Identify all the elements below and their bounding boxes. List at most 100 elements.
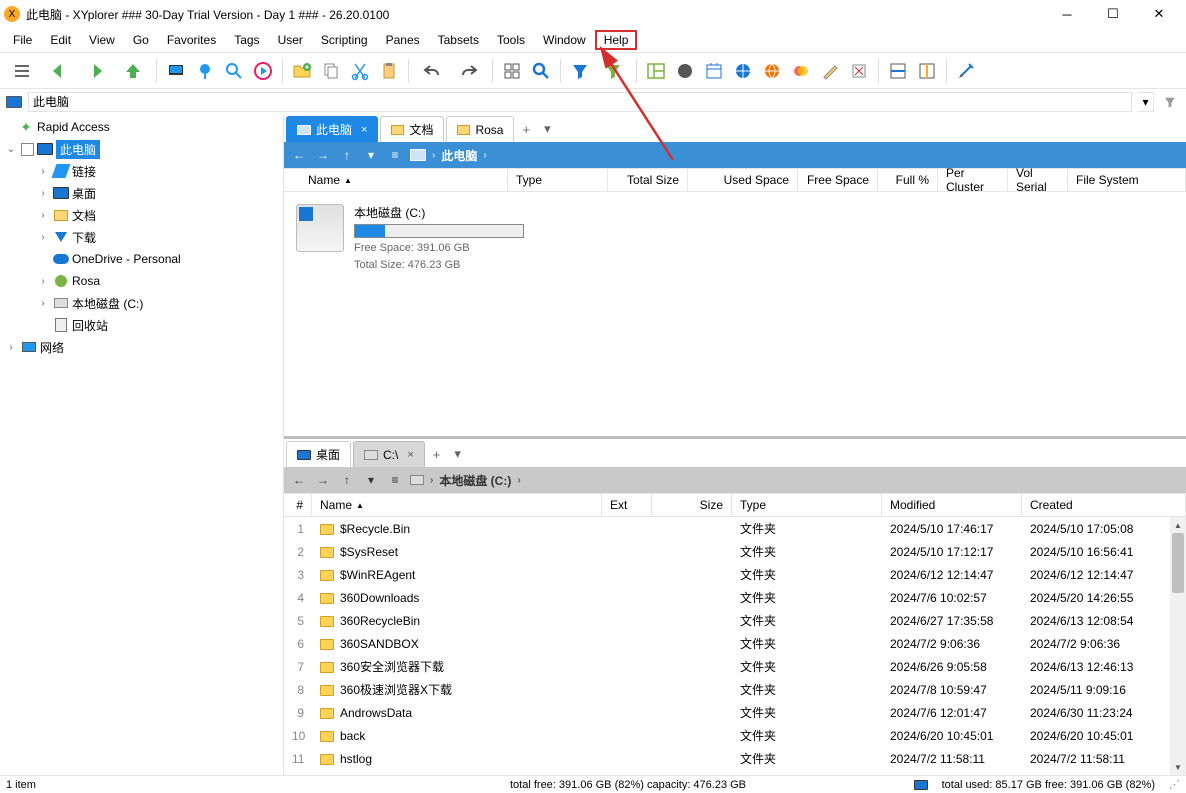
menu-tools[interactable]: Tools xyxy=(488,30,534,50)
layout-icon[interactable] xyxy=(642,57,670,85)
table-row[interactable]: 5360RecycleBin文件夹2024/6/27 17:35:582024/… xyxy=(284,609,1186,632)
tree-item[interactable]: ›Rosa xyxy=(0,270,283,292)
folder-tree[interactable]: ✦ Rapid Access ⌄ 此电脑 ›链接›桌面›文档›下载OneDriv… xyxy=(0,114,284,775)
copy-icon[interactable] xyxy=(317,57,345,85)
nav-list-icon[interactable]: ≡ xyxy=(386,473,404,487)
nav-back[interactable]: ← xyxy=(290,148,308,162)
computer-icon[interactable] xyxy=(162,57,190,85)
settings-icon[interactable] xyxy=(952,57,980,85)
hamburger-button[interactable] xyxy=(4,57,40,85)
tree-item[interactable]: ›文档 xyxy=(0,204,283,226)
grid-view-icon[interactable] xyxy=(498,57,526,85)
pin-icon[interactable] xyxy=(191,57,219,85)
collapse-icon[interactable]: ⌄ xyxy=(4,144,18,155)
paste-icon[interactable] xyxy=(375,57,403,85)
col-full[interactable]: Full % xyxy=(878,169,938,191)
col-percluster[interactable]: Per Cluster xyxy=(938,169,1008,191)
pane1-content[interactable]: 本地磁盘 (C:) Free Space: 391.06 GB Total Si… xyxy=(284,192,1186,436)
menu-go[interactable]: Go xyxy=(124,30,158,50)
tab[interactable]: C:\× xyxy=(353,441,425,467)
split-v-icon[interactable] xyxy=(913,57,941,85)
scroll-up[interactable]: ▲ xyxy=(1170,517,1186,533)
table-row[interactable]: 1$Recycle.Bin文件夹2024/5/10 17:46:172024/5… xyxy=(284,517,1186,540)
new-folder-icon[interactable] xyxy=(288,57,316,85)
nav-list-icon[interactable]: ≡ xyxy=(386,148,404,162)
col-size[interactable]: Size xyxy=(652,494,732,516)
tree-item[interactable]: 回收站 xyxy=(0,314,283,336)
nav-dropdown[interactable]: ▾ xyxy=(362,473,380,487)
filter-icon[interactable] xyxy=(1160,92,1180,112)
pane2-list[interactable]: ▲ ▼ 1$Recycle.Bin文件夹2024/5/10 17:46:1720… xyxy=(284,517,1186,775)
menu-view[interactable]: View xyxy=(80,30,124,50)
col-volserial[interactable]: Vol Serial xyxy=(1008,169,1068,191)
tree-item[interactable]: OneDrive - Personal xyxy=(0,248,283,270)
col-filesystem[interactable]: File System xyxy=(1068,169,1186,191)
expand-icon[interactable]: › xyxy=(36,166,50,177)
col-name[interactable]: Name ▲ xyxy=(312,494,602,516)
tab[interactable]: Rosa xyxy=(446,116,514,142)
new-tab[interactable]: + xyxy=(516,116,536,142)
clear-icon[interactable] xyxy=(845,57,873,85)
menu-favorites[interactable]: Favorites xyxy=(158,30,225,50)
menu-edit[interactable]: Edit xyxy=(41,30,80,50)
scroll-down[interactable]: ▼ xyxy=(1170,759,1186,775)
tree-this-pc[interactable]: ⌄ 此电脑 xyxy=(0,138,283,160)
menu-tags[interactable]: Tags xyxy=(225,30,268,50)
cut-icon[interactable] xyxy=(346,57,374,85)
nav-forward[interactable]: → xyxy=(314,148,332,162)
tab[interactable]: 此电脑× xyxy=(286,116,378,142)
up-button[interactable] xyxy=(115,57,151,85)
checkbox[interactable] xyxy=(21,143,34,156)
nav-up[interactable]: ↑ xyxy=(338,473,356,487)
back-button[interactable] xyxy=(41,57,77,85)
menu-help[interactable]: Help xyxy=(595,30,638,50)
scroll-thumb[interactable] xyxy=(1172,533,1184,593)
table-row[interactable]: 6360SANDBOX文件夹2024/7/2 9:06:362024/7/2 9… xyxy=(284,632,1186,655)
table-row[interactable]: 9AndrowsData文件夹2024/7/6 12:01:472024/6/3… xyxy=(284,701,1186,724)
col-num[interactable]: # xyxy=(284,494,312,516)
table-row[interactable]: 2$SysReset文件夹2024/5/10 17:12:172024/5/10… xyxy=(284,540,1186,563)
table-row[interactable]: 11hstlog文件夹2024/7/2 11:58:112024/7/2 11:… xyxy=(284,747,1186,770)
split-h-icon[interactable] xyxy=(884,57,912,85)
drive-item[interactable]: 本地磁盘 (C:) Free Space: 391.06 GB Total Si… xyxy=(292,200,528,277)
search-icon[interactable] xyxy=(220,57,248,85)
menu-tabsets[interactable]: Tabsets xyxy=(429,30,488,50)
tab-menu[interactable]: ▾ xyxy=(448,441,467,467)
nav-up[interactable]: ↑ xyxy=(338,148,356,162)
expand-icon[interactable]: › xyxy=(4,342,18,353)
menu-user[interactable]: User xyxy=(269,30,312,50)
col-name[interactable]: Name ▲ xyxy=(284,169,508,191)
brush-icon[interactable] xyxy=(816,57,844,85)
menu-scripting[interactable]: Scripting xyxy=(312,30,377,50)
find-icon[interactable] xyxy=(527,57,555,85)
expand-icon[interactable]: › xyxy=(36,188,50,199)
expand-icon[interactable]: › xyxy=(36,232,50,243)
dark-circle-icon[interactable] xyxy=(671,57,699,85)
globe-icon[interactable] xyxy=(729,57,757,85)
nav-dropdown[interactable]: ▾ xyxy=(362,148,380,162)
funnel-green-icon[interactable] xyxy=(595,57,631,85)
table-row[interactable]: 7360安全浏览器下载文件夹2024/6/26 9:05:582024/6/13… xyxy=(284,655,1186,678)
calendar-icon[interactable] xyxy=(700,57,728,85)
col-created[interactable]: Created xyxy=(1022,494,1186,516)
address-path[interactable]: 此电脑 xyxy=(28,92,1132,112)
close-tab[interactable]: × xyxy=(407,449,413,461)
col-usedspace[interactable]: Used Space xyxy=(688,169,798,191)
close-button[interactable]: ✕ xyxy=(1136,0,1182,28)
table-row[interactable]: 10back文件夹2024/6/20 10:45:012024/6/20 10:… xyxy=(284,724,1186,747)
venn-icon[interactable] xyxy=(787,57,815,85)
col-freespace[interactable]: Free Space xyxy=(798,169,878,191)
tab[interactable]: 文档 xyxy=(380,116,444,142)
col-type[interactable]: Type xyxy=(732,494,882,516)
nav-back[interactable]: ← xyxy=(290,473,308,487)
tab-menu[interactable]: ▾ xyxy=(538,116,557,142)
scrollbar[interactable]: ▲ ▼ xyxy=(1170,517,1186,775)
forward-button[interactable] xyxy=(78,57,114,85)
redo-button[interactable] xyxy=(451,57,487,85)
tree-network[interactable]: › 网络 xyxy=(0,336,283,358)
menu-panes[interactable]: Panes xyxy=(377,30,429,50)
breadcrumb[interactable]: 本地磁盘 (C:) xyxy=(439,472,511,489)
menu-window[interactable]: Window xyxy=(534,30,595,50)
minimize-button[interactable]: ─ xyxy=(1044,0,1090,28)
expand-icon[interactable]: › xyxy=(36,210,50,221)
